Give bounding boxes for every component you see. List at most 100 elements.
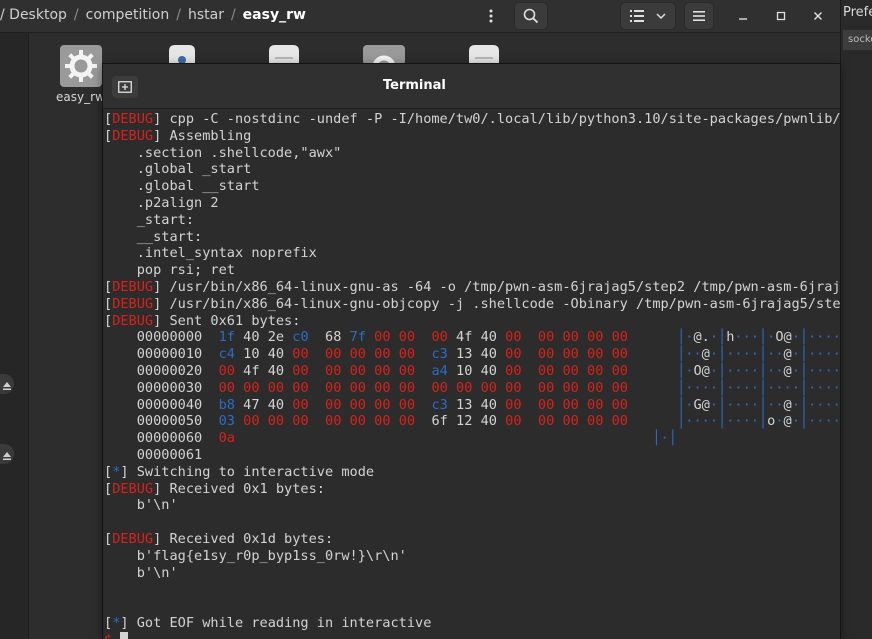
- eject-button[interactable]: [0, 374, 14, 394]
- ascii-char: @: [783, 346, 792, 363]
- terminal-line: .global _start: [104, 161, 252, 178]
- ascii-group: ····: [685, 380, 718, 396]
- ascii-char: @: [693, 329, 702, 346]
- ascii-separator: │: [652, 430, 661, 447]
- breadcrumb-current-folder[interactable]: easy_rw: [243, 7, 306, 23]
- hex-byte: 40: [480, 413, 497, 430]
- hex-byte: 47: [243, 396, 260, 413]
- hex-byte: 00: [349, 396, 366, 413]
- close-button[interactable]: [806, 2, 830, 30]
- hex-byte: 00: [611, 413, 628, 430]
- ascii-char: ·: [709, 363, 718, 379]
- hex-byte: 00: [325, 413, 342, 430]
- ascii-separator: │: [718, 346, 727, 363]
- log-text: _start:: [104, 211, 195, 228]
- ascii-separator: │: [718, 413, 727, 430]
- ascii-group: ····: [726, 346, 759, 362]
- debug-tag: DEBUG: [112, 295, 154, 312]
- ascii-char: ·: [791, 413, 800, 430]
- hex-byte: 40: [267, 346, 285, 363]
- maximize-icon: [776, 11, 786, 21]
- hexdump-offset: 00000040: [104, 396, 219, 413]
- ascii-separator: │: [799, 329, 809, 346]
- terminal-output[interactable]: [ DEBUG] cpp -C -nostdinc -undef -P -I/ho…: [103, 109, 840, 639]
- more-options-button[interactable]: [477, 2, 505, 30]
- ascii-char: ·: [742, 329, 751, 346]
- ascii-separator: │: [718, 329, 727, 346]
- breadcrumb-separator: /: [73, 7, 79, 23]
- ascii-char: ·: [693, 379, 702, 396]
- breadcrumb-separator: /: [230, 7, 236, 23]
- hex-byte: 68: [325, 329, 342, 346]
- ascii-group: ····: [808, 329, 840, 345]
- terminal-line: .global __start: [104, 178, 260, 195]
- ascii-char: ·: [660, 430, 669, 447]
- files-headerbar: / Desktop / competition / hstar / easy_rw: [0, 0, 840, 33]
- ascii-group: ····: [808, 380, 840, 396]
- hexdump-offset: 00000020: [104, 363, 219, 379]
- log-bracket: [: [104, 531, 113, 547]
- log-text: /usr/bin/x86_64-linux-gnu-as -64 -o /tmp…: [169, 279, 840, 295]
- terminal-line: [DEBUG] /usr/bin/x86_64-linux-gnu-objcop…: [104, 296, 840, 313]
- hexdump-offset: 00000000: [104, 329, 219, 346]
- breadcrumb-competition[interactable]: competition: [86, 7, 170, 23]
- ascii-char: ·: [775, 379, 784, 396]
- files-sidebar: [0, 33, 29, 639]
- hex-byte: 00: [587, 379, 604, 396]
- ascii-group: ·G@·: [685, 397, 718, 413]
- breadcrumb-separator: /: [176, 7, 181, 23]
- more-vert-icon: [489, 9, 493, 23]
- eject-button[interactable]: [0, 444, 14, 464]
- ascii-separator: │: [718, 379, 727, 396]
- search-button[interactable]: [514, 2, 548, 30]
- ascii-char: ·: [709, 379, 718, 396]
- hex-byte: 00: [243, 413, 260, 430]
- log-bracket: ]: [153, 111, 170, 127]
- ascii-char: ·: [775, 396, 784, 413]
- view-options-button[interactable]: [620, 2, 676, 30]
- hexdump-offset: 00000061: [104, 447, 219, 463]
- list-view-icon: [630, 10, 644, 22]
- hex-byte: 00: [398, 379, 416, 396]
- preferences-tab[interactable]: socke: [843, 30, 872, 50]
- terminal-line: b'\n': [104, 565, 178, 582]
- log-text: b'\n': [104, 564, 178, 581]
- hex-byte: 13: [456, 396, 473, 413]
- ascii-char: ·: [775, 413, 784, 430]
- ascii-char: ·: [750, 379, 759, 396]
- hex-byte: 00: [587, 413, 604, 430]
- maximize-button[interactable]: [769, 2, 793, 30]
- hex-byte: 00: [611, 396, 628, 413]
- hex-byte: 00: [587, 329, 604, 346]
- ascii-char: ·: [734, 363, 743, 379]
- breadcrumb-hstar[interactable]: hstar: [188, 7, 224, 23]
- ascii-char: ·: [832, 346, 840, 363]
- terminal-line: [DEBUG] Received 0x1 bytes:: [104, 481, 325, 498]
- terminal-line: .p2align 2: [104, 195, 219, 212]
- log-text: Assembling: [169, 127, 252, 144]
- hex-byte: 40: [480, 396, 497, 413]
- main-menu-button[interactable]: [684, 2, 714, 30]
- breadcrumb-desktop[interactable]: / Desktop: [0, 7, 67, 23]
- log-text: Got EOF while reading in interactive: [136, 615, 432, 631]
- hex-byte: 00: [325, 379, 342, 396]
- close-icon: [813, 11, 823, 21]
- hex-byte: 12: [456, 413, 473, 430]
- ascii-char: @: [783, 329, 792, 346]
- ascii-char: ·: [791, 346, 800, 363]
- log-bracket: ]: [120, 615, 137, 631]
- hex-byte: 00: [292, 363, 309, 379]
- settings-file-icon[interactable]: [60, 45, 102, 91]
- minimize-button[interactable]: [731, 2, 755, 30]
- terminal-line: b'flag{e1sy_r0p_byp1ss_0rw!}\r\n': [104, 548, 407, 565]
- terminal-line: [DEBUG] Sent 0x61 bytes:: [104, 313, 300, 330]
- ascii-char: @: [701, 346, 710, 363]
- hex-byte: 00: [374, 413, 391, 430]
- debug-tag: DEBUG: [112, 480, 154, 497]
- ascii-group: ····: [685, 413, 718, 429]
- log-text: .section .shellcode,"awx": [104, 144, 342, 161]
- log-text: cpp -C -nostdinc -undef -P -I/home/tw0/.…: [169, 111, 840, 127]
- hexdump-offset: 00000050: [104, 413, 219, 430]
- ascii-char: ·: [742, 396, 751, 413]
- ascii-group: ····: [726, 413, 759, 429]
